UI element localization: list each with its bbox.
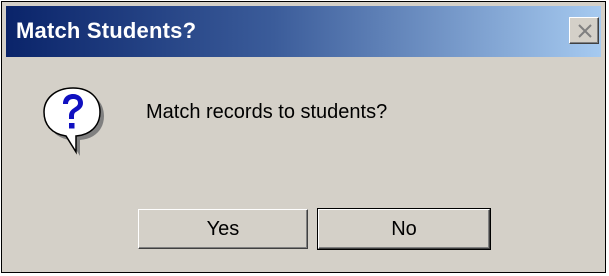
title-bar[interactable]: Match Students? <box>6 6 601 57</box>
dialog-message: Match records to students? <box>146 101 388 123</box>
dialog-title: Match Students? <box>16 18 197 43</box>
match-students-dialog: Match Students? Match records to student… <box>1 1 606 273</box>
close-x-icon <box>578 24 592 38</box>
close-button[interactable] <box>569 17 599 44</box>
no-button[interactable]: No <box>317 208 491 250</box>
question-icon <box>40 86 110 165</box>
yes-button[interactable]: Yes <box>138 209 308 249</box>
